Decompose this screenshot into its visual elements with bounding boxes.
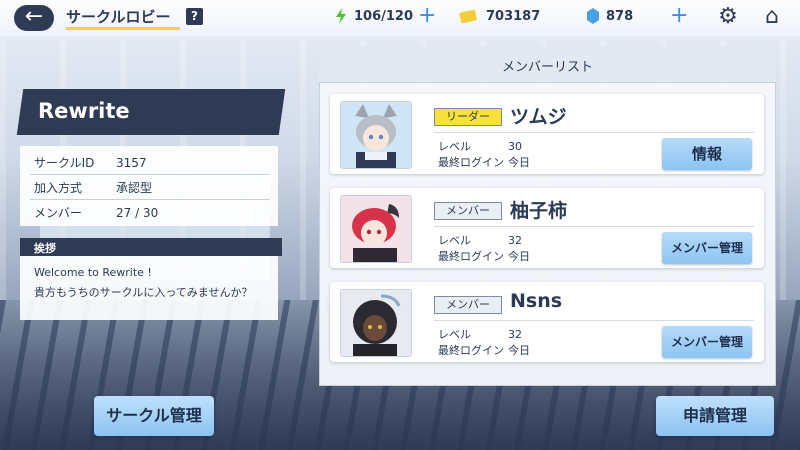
info-key: メンバー <box>34 206 83 220</box>
gear-icon[interactable]: ⚙ <box>716 5 740 29</box>
last-login-row: 最終ログイン 今日 <box>438 342 530 358</box>
last-login-value: 今日 <box>508 250 530 263</box>
title-underline <box>66 27 180 30</box>
greeting-label: 挨拶 <box>34 242 56 255</box>
last-login-value: 今日 <box>508 156 530 169</box>
plus-icon[interactable]: + <box>418 4 436 28</box>
role-badge: リーダー <box>434 108 502 126</box>
coin-ticket-icon <box>459 9 477 24</box>
info-value: 3157 <box>116 156 147 170</box>
plus-icon[interactable]: + <box>670 4 688 28</box>
greeting-tag <box>20 238 282 256</box>
circle-id-row: サークルID 3157 <box>34 154 147 171</box>
level-label: レベル <box>438 234 471 247</box>
divider <box>30 199 270 200</box>
circle-info-panel: サークルID 3157 加入方式 承認型 メンバー 27 / 30 <box>20 146 278 226</box>
info-button[interactable]: 情報 <box>662 138 752 170</box>
top-bar: ← サークルロビー ? 106/120 + 703187 878 + ⚙ ⌂ <box>0 0 800 36</box>
divider <box>434 226 754 227</box>
info-key: サークルID <box>34 156 95 170</box>
member-avatar <box>340 195 412 263</box>
role-badge: メンバー <box>434 202 502 220</box>
circle-manage-button[interactable]: サークル管理 <box>94 396 214 436</box>
member-card[interactable]: リーダー ツムジ レベル 30 最終ログイン 今日 情報 <box>330 94 764 174</box>
last-login-value: 今日 <box>508 344 530 357</box>
member-card[interactable]: メンバー 柚子柿 レベル 32 最終ログイン 今日 メンバー管理 <box>330 188 764 268</box>
greeting-line: Welcome to Rewrite ! <box>34 266 152 279</box>
home-icon[interactable]: ⌂ <box>759 5 785 29</box>
member-name: Nsns <box>510 290 563 312</box>
coins-value: 703187 <box>486 9 541 24</box>
info-value: 承認型 <box>116 181 153 195</box>
last-login-label: 最終ログイン <box>438 250 504 263</box>
info-key: 加入方式 <box>34 181 83 195</box>
join-method-row: 加入方式 承認型 <box>34 179 152 196</box>
divider <box>434 132 754 133</box>
last-login-row: 最終ログイン 今日 <box>438 248 530 264</box>
member-count-row: メンバー 27 / 30 <box>34 204 158 221</box>
info-value: 27 / 30 <box>116 206 159 220</box>
level-value: 30 <box>508 140 522 153</box>
back-arrow-icon[interactable]: ← <box>14 5 54 31</box>
member-name: ツムジ <box>510 106 567 128</box>
divider <box>434 320 754 321</box>
member-avatar <box>340 101 412 169</box>
role-badge: メンバー <box>434 296 502 314</box>
level-label: レベル <box>438 140 471 153</box>
member-manage-button[interactable]: メンバー管理 <box>662 232 752 264</box>
member-manage-button[interactable]: メンバー管理 <box>662 326 752 358</box>
circle-name: Rewrite <box>38 99 130 123</box>
level-row: レベル 30 <box>438 138 522 154</box>
greeting-line: 貴方もうちのサークルに入ってみませんか？ <box>34 286 253 299</box>
application-manage-button[interactable]: 申請管理 <box>656 396 774 436</box>
help-icon[interactable]: ? <box>186 8 203 25</box>
level-value: 32 <box>508 234 522 247</box>
gem-icon <box>587 8 599 24</box>
divider <box>30 174 270 175</box>
last-login-label: 最終ログイン <box>438 156 504 169</box>
gems-value: 878 <box>606 9 634 24</box>
level-label: レベル <box>438 328 471 341</box>
member-avatar <box>340 289 412 357</box>
last-login-row: 最終ログイン 今日 <box>438 154 530 170</box>
level-row: レベル 32 <box>438 232 522 248</box>
member-name: 柚子柿 <box>510 200 568 222</box>
level-value: 32 <box>508 328 522 341</box>
level-row: レベル 32 <box>438 326 522 342</box>
member-card[interactable]: メンバー Nsns レベル 32 最終ログイン 今日 メンバー管理 <box>330 282 764 362</box>
last-login-label: 最終ログイン <box>438 344 504 357</box>
page-title: サークルロビー <box>66 8 171 26</box>
stamina-value: 106/120 <box>354 9 414 24</box>
stamina-bolt-icon <box>336 8 346 24</box>
member-list-title: メンバーリスト <box>501 60 593 75</box>
